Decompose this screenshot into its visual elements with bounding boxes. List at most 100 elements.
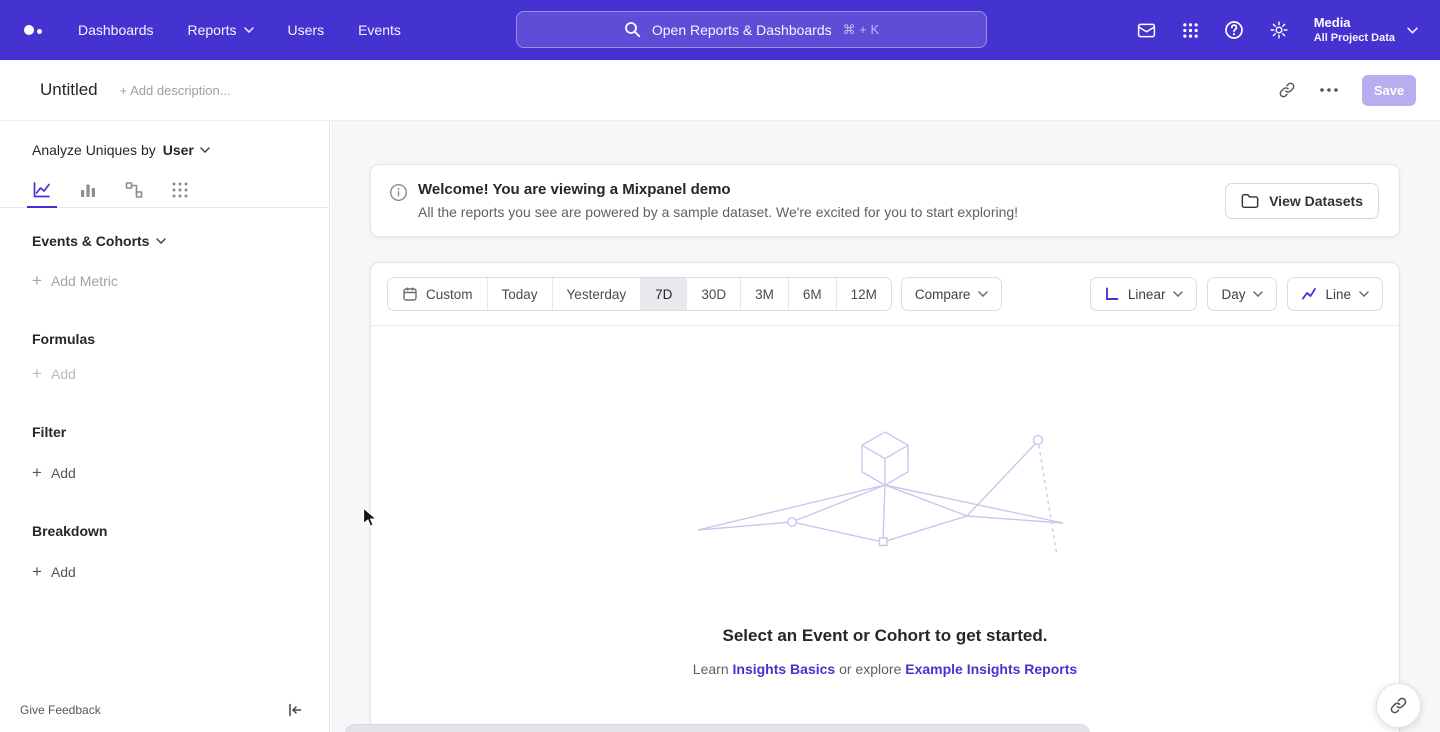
settings-gear-icon[interactable] bbox=[1269, 20, 1289, 40]
date-range-custom-label: Custom bbox=[426, 287, 473, 302]
filter-header: Filter bbox=[32, 424, 329, 440]
inbox-icon[interactable] bbox=[1136, 20, 1157, 41]
learn-prefix: Learn bbox=[693, 661, 729, 677]
scale-dropdown[interactable]: Linear bbox=[1090, 277, 1198, 311]
add-metric-button[interactable]: + Add Metric bbox=[32, 273, 329, 289]
nav-utilities: Media All Project Data bbox=[1136, 15, 1418, 45]
chart-type-dropdown[interactable]: Line bbox=[1287, 277, 1383, 311]
share-link-fab[interactable] bbox=[1376, 683, 1421, 728]
logo-dot-small bbox=[37, 29, 42, 34]
linear-scale-icon bbox=[1104, 286, 1120, 302]
add-formula-label: Add bbox=[51, 366, 76, 382]
empty-state-illustration bbox=[695, 426, 1075, 576]
date-range-yesterday[interactable]: Yesterday bbox=[553, 278, 642, 310]
top-navigation-bar: Dashboards Reports Users Events Open Rep… bbox=[0, 0, 1440, 60]
project-switcher[interactable]: Media All Project Data bbox=[1314, 15, 1418, 45]
chevron-down-icon bbox=[244, 27, 254, 33]
global-search-input[interactable]: Open Reports & Dashboards ⌘ + K bbox=[516, 11, 987, 48]
report-header: Untitled + Add description... Save bbox=[0, 60, 1440, 121]
report-canvas: Welcome! You are viewing a Mixpanel demo… bbox=[331, 121, 1440, 732]
tab-funnels-icon[interactable] bbox=[122, 173, 146, 207]
analyze-row: Analyze Uniques by User bbox=[0, 121, 329, 158]
empty-state-links: Learn Insights Basics or explore Example… bbox=[693, 661, 1077, 677]
chevron-down-icon bbox=[978, 291, 988, 297]
apps-grid-icon[interactable] bbox=[1182, 22, 1199, 39]
toolbar-right: Linear Day Line bbox=[1090, 277, 1383, 311]
bottom-panel-handle[interactable] bbox=[345, 724, 1090, 732]
tab-retention-icon[interactable] bbox=[168, 173, 192, 207]
nav-dashboards[interactable]: Dashboards bbox=[78, 22, 154, 38]
date-range-7d[interactable]: 7D bbox=[641, 278, 687, 310]
insights-basics-link[interactable]: Insights Basics bbox=[733, 661, 836, 677]
plus-icon: + bbox=[32, 274, 42, 288]
date-range-30d[interactable]: 30D bbox=[687, 278, 741, 310]
compare-button[interactable]: Compare bbox=[901, 277, 1003, 311]
plus-icon: + bbox=[32, 466, 42, 480]
compare-label: Compare bbox=[915, 287, 971, 302]
interval-dropdown[interactable]: Day bbox=[1207, 277, 1277, 311]
project-name: Media bbox=[1314, 15, 1395, 31]
add-formula-button[interactable]: + Add bbox=[32, 366, 329, 382]
formulas-header: Formulas bbox=[32, 331, 329, 347]
chevron-down-icon bbox=[1359, 291, 1369, 297]
project-subtitle: All Project Data bbox=[1314, 31, 1395, 45]
add-description-field[interactable]: + Add description... bbox=[120, 83, 231, 98]
chevron-down-icon bbox=[1173, 291, 1183, 297]
add-breakdown-button[interactable]: + Add bbox=[32, 564, 329, 580]
sidebar-footer: Give Feedback bbox=[0, 696, 329, 732]
banner-body: All the reports you see are powered by a… bbox=[418, 204, 1018, 220]
add-metric-label: Add Metric bbox=[51, 273, 118, 289]
date-range-6m[interactable]: 6M bbox=[789, 278, 837, 310]
tab-bar-chart-icon[interactable] bbox=[76, 173, 100, 207]
date-range-segmented-control: Custom Today Yesterday 7D 30D 3M 6M 12M bbox=[387, 277, 892, 311]
interval-label: Day bbox=[1221, 287, 1245, 302]
breakdown-header: Breakdown bbox=[32, 523, 329, 539]
collapse-sidebar-icon[interactable] bbox=[287, 702, 303, 718]
save-button[interactable]: Save bbox=[1362, 75, 1416, 106]
project-switcher-text: Media All Project Data bbox=[1314, 15, 1395, 45]
chevron-down-icon bbox=[156, 238, 166, 244]
analyze-by-dropdown[interactable]: User bbox=[163, 142, 210, 158]
help-icon[interactable] bbox=[1224, 20, 1244, 40]
date-range-12m[interactable]: 12M bbox=[837, 278, 891, 310]
date-range-custom[interactable]: Custom bbox=[388, 278, 488, 310]
events-cohorts-label: Events & Cohorts bbox=[32, 233, 149, 249]
give-feedback-link[interactable]: Give Feedback bbox=[20, 703, 101, 717]
info-icon bbox=[389, 183, 408, 202]
empty-state-title: Select an Event or Cohort to get started… bbox=[723, 626, 1048, 646]
report-type-tabs bbox=[0, 173, 329, 208]
date-range-3m[interactable]: 3M bbox=[741, 278, 789, 310]
date-range-today[interactable]: Today bbox=[488, 278, 553, 310]
search-placeholder: Open Reports & Dashboards bbox=[652, 22, 832, 38]
search-shortcut: ⌘ + K bbox=[843, 22, 880, 38]
analyze-by-value: User bbox=[163, 142, 194, 158]
plus-icon: + bbox=[32, 565, 42, 579]
search-icon bbox=[624, 21, 641, 38]
nav-reports[interactable]: Reports bbox=[188, 22, 254, 38]
banner-text: Welcome! You are viewing a Mixpanel demo… bbox=[418, 181, 1018, 220]
nav-events[interactable]: Events bbox=[358, 22, 401, 38]
plus-icon: + bbox=[32, 367, 42, 381]
chevron-down-icon bbox=[200, 147, 210, 153]
more-options-icon[interactable] bbox=[1314, 75, 1344, 105]
mixpanel-logo[interactable] bbox=[24, 25, 42, 35]
primary-nav: Dashboards Reports Users Events bbox=[78, 22, 401, 38]
events-cohorts-header[interactable]: Events & Cohorts bbox=[32, 233, 329, 249]
copy-link-icon[interactable] bbox=[1272, 75, 1302, 105]
example-insights-reports-link[interactable]: Example Insights Reports bbox=[905, 661, 1077, 677]
folder-icon bbox=[1241, 193, 1259, 209]
tab-insights-icon[interactable] bbox=[30, 173, 54, 207]
view-datasets-button[interactable]: View Datasets bbox=[1225, 183, 1379, 219]
empty-state: Select an Event or Cohort to get started… bbox=[371, 326, 1399, 677]
welcome-banner: Welcome! You are viewing a Mixpanel demo… bbox=[370, 164, 1400, 237]
report-title[interactable]: Untitled bbox=[40, 80, 98, 100]
toolbar-left: Custom Today Yesterday 7D 30D 3M 6M 12M … bbox=[387, 277, 1002, 311]
calendar-icon bbox=[402, 286, 418, 302]
chart-toolbar: Custom Today Yesterday 7D 30D 3M 6M 12M … bbox=[371, 263, 1399, 326]
nav-users[interactable]: Users bbox=[288, 22, 325, 38]
chevron-down-icon bbox=[1253, 291, 1263, 297]
chart-type-label: Line bbox=[1325, 287, 1351, 302]
view-datasets-label: View Datasets bbox=[1269, 193, 1363, 209]
add-breakdown-label: Add bbox=[51, 564, 76, 580]
add-filter-button[interactable]: + Add bbox=[32, 465, 329, 481]
